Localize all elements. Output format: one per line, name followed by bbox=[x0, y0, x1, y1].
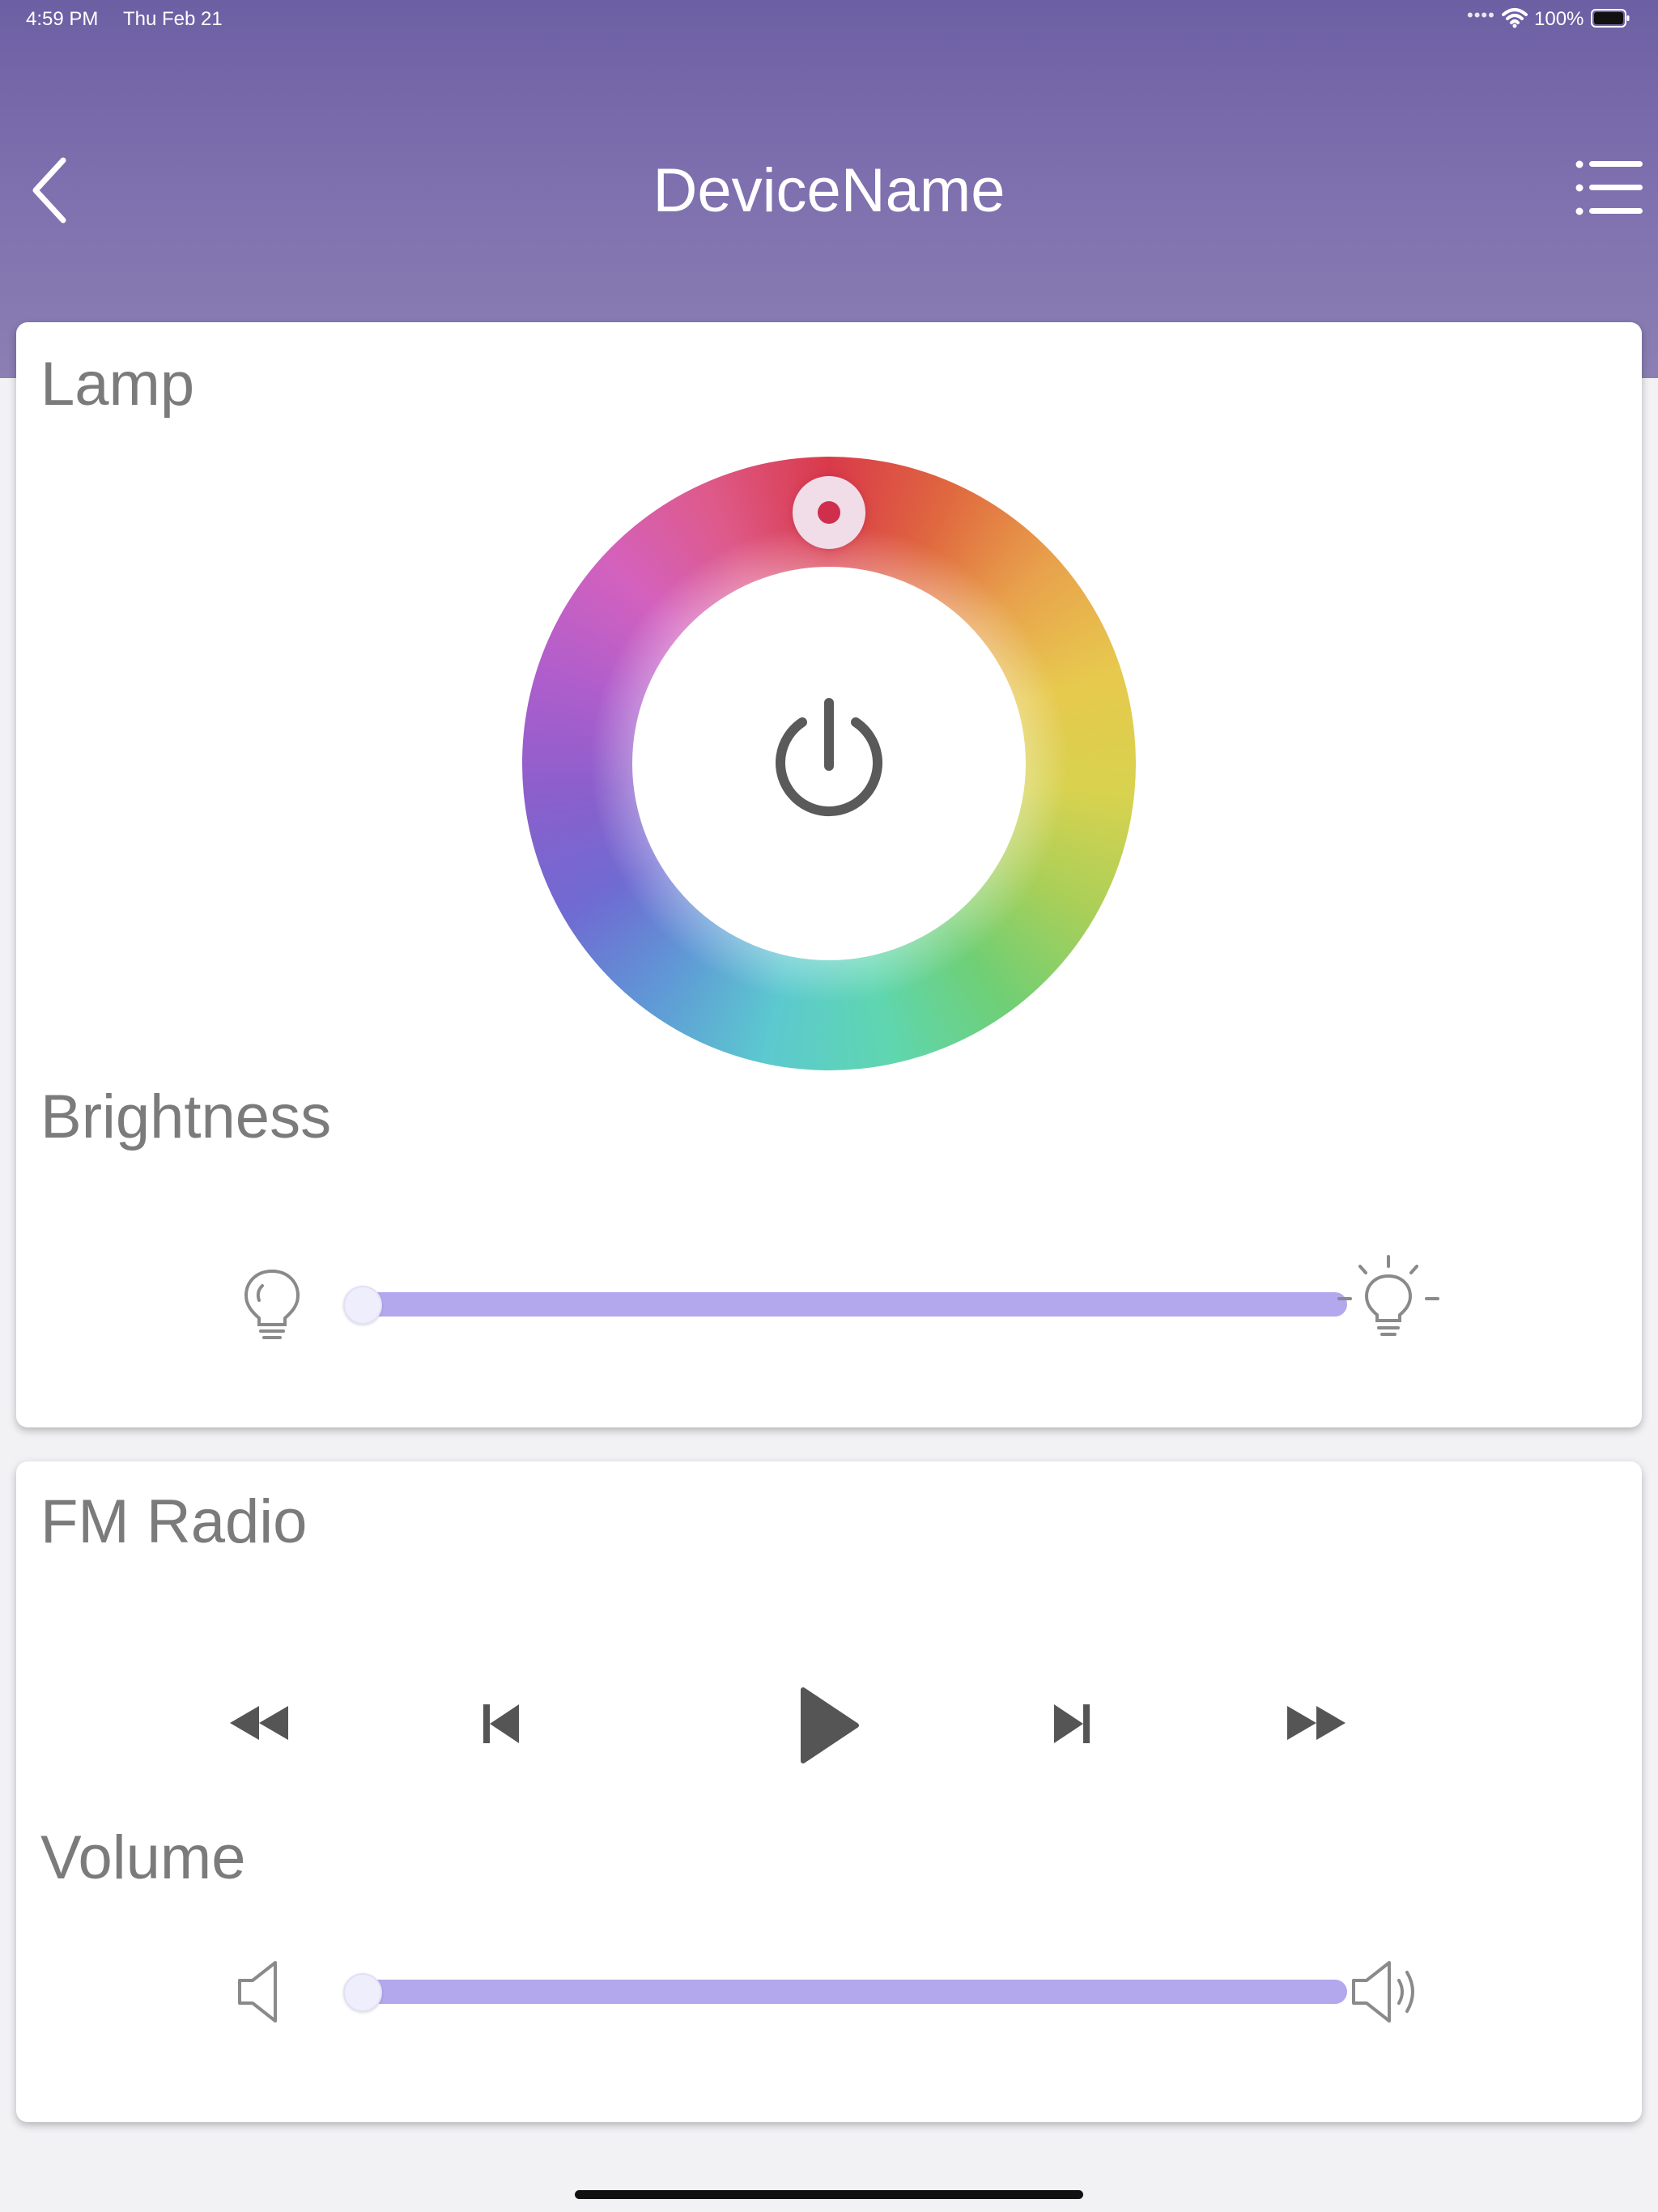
volume-slider-thumb[interactable] bbox=[343, 1973, 382, 2012]
skip-next-icon[interactable] bbox=[1052, 1703, 1091, 1745]
status-date: Thu Feb 21 bbox=[123, 8, 223, 30]
brightness-slider-thumb[interactable] bbox=[343, 1286, 382, 1325]
signal-dots: •••• bbox=[1467, 5, 1495, 25]
skip-previous-icon[interactable] bbox=[482, 1703, 521, 1745]
lightbulb-on-icon bbox=[1337, 1255, 1439, 1336]
list-menu-icon[interactable] bbox=[1575, 158, 1643, 219]
power-button[interactable] bbox=[632, 567, 1026, 960]
lamp-card: Lamp Brightness bbox=[16, 322, 1642, 1427]
speaker-loud-icon bbox=[1352, 1961, 1414, 2023]
play-icon[interactable] bbox=[798, 1687, 860, 1764]
selected-color-dot bbox=[818, 501, 840, 524]
volume-slider[interactable] bbox=[346, 1980, 1347, 2004]
color-selector-handle[interactable] bbox=[793, 476, 865, 549]
volume-slider-row bbox=[16, 1951, 1642, 2048]
color-wheel-container bbox=[522, 457, 1136, 1070]
rewind-icon[interactable] bbox=[228, 1704, 290, 1742]
lamp-title: Lamp bbox=[40, 350, 195, 419]
volume-label: Volume bbox=[40, 1823, 246, 1892]
wifi-icon bbox=[1502, 8, 1528, 28]
status-bar: 4:59 PM Thu Feb 21 •••• 100% bbox=[0, 0, 1658, 39]
battery-percent: 100% bbox=[1534, 8, 1584, 30]
status-time: 4:59 PM bbox=[26, 8, 99, 30]
battery-full-icon bbox=[1591, 9, 1630, 28]
brightness-slider-row bbox=[16, 1255, 1642, 1359]
page-title: DeviceName bbox=[653, 156, 1005, 225]
speaker-mute-icon bbox=[238, 1961, 277, 2023]
brightness-label: Brightness bbox=[40, 1083, 332, 1151]
lightbulb-off-icon bbox=[244, 1269, 300, 1339]
brightness-slider[interactable] bbox=[346, 1292, 1347, 1317]
home-indicator[interactable] bbox=[575, 2190, 1083, 2199]
fm-radio-title: FM Radio bbox=[40, 1487, 308, 1556]
power-icon bbox=[776, 698, 882, 817]
fm-radio-card: FM Radio Volume bbox=[16, 1461, 1642, 2122]
fast-forward-icon[interactable] bbox=[1286, 1704, 1347, 1742]
